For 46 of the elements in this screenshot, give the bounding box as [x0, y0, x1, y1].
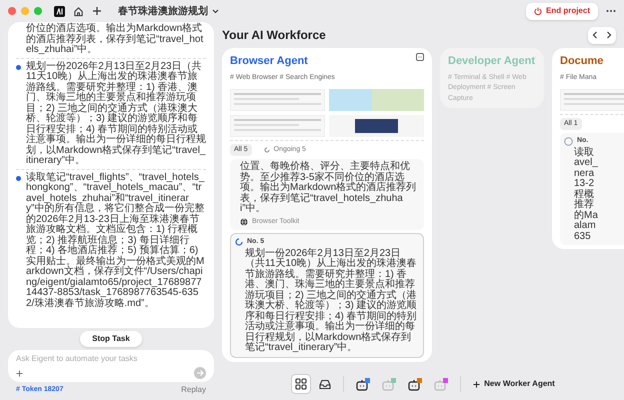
chevron-down-icon — [212, 8, 219, 14]
task-text-fragment: 读取 — [574, 148, 595, 158]
agent-name: Docume — [560, 54, 604, 69]
task-text-fragment: nera — [574, 168, 596, 179]
workforce-title: Your AI Workforce — [222, 27, 326, 44]
task-description: 读取笔记“travel_flights”、“travel_hotels_hongkong”、“travel_hotels_macau”、“travel_hotels_zhuhai”和“travel_itinerary”中的所有信息，将它们整合成一份完整的2026年2月13-23日上海至珠港澳春节旅游攻略文档。文档应包含：1) 行程概览；2) 推荐航班信息；3) 每日详细行程；4) 各地酒店推荐；5) 预算估算；6) 实用贴士。最终输出为一份格式美观的Markdown文档，保存到文件“/Users/chaping/eigent/gialamto65/project_1768987714437-8853/task_1768987763545-6352/珠港澳春节旅游攻略.md”。 — [26, 172, 206, 309]
project-title-dropdown[interactable]: 春节珠港澳旅游规划 — [118, 4, 219, 18]
power-icon — [534, 7, 542, 15]
pending-circle-icon — [564, 136, 573, 146]
task-text-fragment: avel_ — [574, 158, 599, 168]
chevron-left-icon[interactable] — [592, 31, 598, 39]
more-icon[interactable] — [606, 9, 616, 13]
close-window-button[interactable] — [8, 7, 16, 15]
task-text-fragment: 635 — [574, 232, 592, 242]
plus-icon[interactable] — [92, 6, 102, 16]
spinner-icon — [235, 238, 243, 246]
logo-icon — [54, 6, 65, 16]
chevron-right-icon[interactable] — [606, 31, 612, 39]
inbox-icon[interactable] — [319, 378, 332, 390]
robot-icon[interactable] — [356, 378, 370, 390]
grid-view-icon[interactable] — [291, 374, 312, 394]
plus-icon — [473, 380, 480, 388]
globe-icon — [240, 218, 248, 226]
agent-name: Developer Agent — [448, 54, 536, 69]
home-icon[interactable] — [73, 6, 84, 16]
task-text-fragment: 推荐 — [574, 200, 595, 210]
bullet-icon — [16, 176, 21, 180]
task-description: 价位的酒店选项。输出为Markdown格式的酒店推荐列表，保存到笔记“travel_hotels_zhuhai”中。 — [26, 24, 204, 56]
task-description: 规划一份2026年2月13日至2月23日（共11天10晚）从上海出发的珠港澳春节旅游路线。需要研究并整理：1) 香港、澳门、珠海三地的主要景点和推荐游玩项目；2) 三地之间的交通方式（港珠澳大桥、轮渡等）；3) 建议的游览顺序和每日行程安排；4) 春节期间的特别活动或注意事项。输出为一份详细的每日行程规划，以Markdown格式保存到笔记“travel_itinerary”中。 — [26, 62, 206, 166]
task-description: 位置、每晚价格、评分、主要特点和优势。至少推荐3-5家不同价位的酒店选项。输出为Markdown格式的酒店推荐列表，保存到笔记“travel_hotels_zhuhai”中。 — [240, 162, 418, 214]
replay-button[interactable]: Replay — [181, 384, 206, 396]
agent-name: Browser Agent — [230, 54, 308, 69]
task-text-fragment: 的Ma — [574, 210, 599, 220]
new-worker-agent-button[interactable]: New Worker Agent — [473, 378, 555, 390]
robot-icon[interactable] — [408, 378, 422, 390]
end-project-button[interactable]: End project — [526, 2, 598, 20]
stop-task-button[interactable]: Stop Task — [80, 331, 142, 347]
task-text-fragment: alam — [574, 221, 597, 232]
task-text-fragment: 13-2 — [574, 179, 596, 189]
task-description: 规划一份2026年2月13日至2月23日（共11天10晚）从上海出发的珠港澳春节旅游路线。需要研究并整理：1) 香港、澳门、珠海三地的主要景点和推荐游玩项目；2) 三地之间的交通方式（港珠澳大桥、轮渡等）；3) 建议的游览顺序和每日行程安排；4) 春节期间的特别活动或注意事项。输出为一份详细的每日行程规划，以Markdown格式保存到笔记“travel_itinerary”中。 — [245, 248, 418, 354]
task-text-fragment: 程概 — [574, 190, 595, 200]
bullet-icon — [16, 64, 21, 70]
chat-input-box[interactable]: Ask Eigent to automate your tasks — [8, 350, 214, 382]
spinner-icon — [264, 147, 270, 153]
chat-input-field[interactable]: Ask Eigent to automate your tasks — [16, 353, 206, 365]
plus-icon[interactable] — [16, 370, 23, 376]
